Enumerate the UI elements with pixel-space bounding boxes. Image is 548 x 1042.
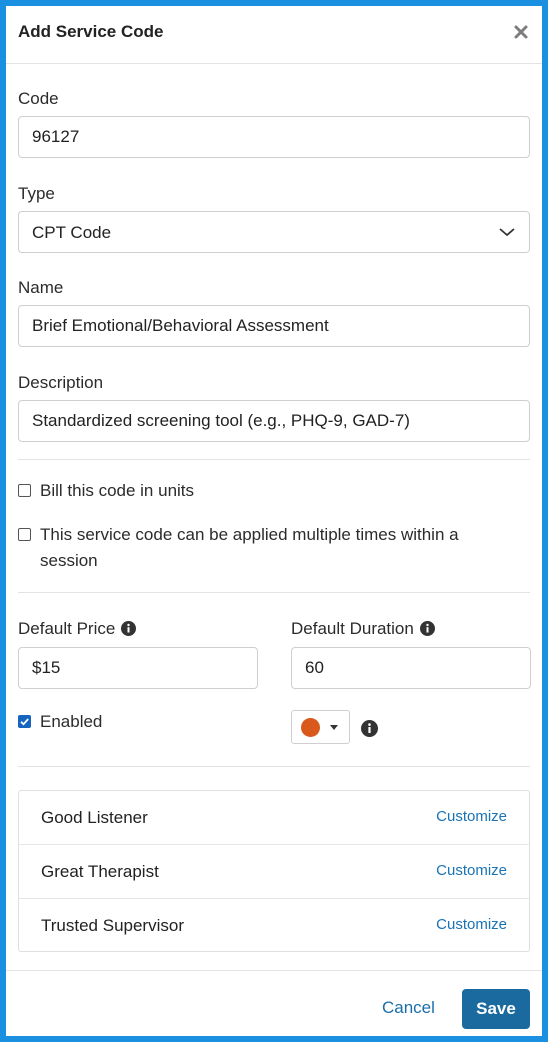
caret-down-icon [330,725,338,730]
info-icon[interactable] [121,621,137,636]
bill-units-checkbox[interactable] [18,484,31,497]
multiple-times-checkbox[interactable] [18,528,31,541]
dialog-frame: Add Service Code Code Type CPT Code Name… [0,0,548,1042]
divider [18,592,530,593]
footer-divider [6,970,542,971]
cancel-button[interactable]: Cancel [382,998,435,1018]
customize-link[interactable]: Customize [436,862,507,879]
list-item-name: Great Therapist [41,862,159,881]
default-price-input[interactable] [18,647,258,689]
description-input[interactable] [18,400,530,442]
list-item: Great Therapist Customize [19,845,529,899]
default-price-label: Default Price [18,619,137,639]
default-duration-label-text: Default Duration [291,619,414,638]
close-icon[interactable] [510,21,532,43]
type-select[interactable]: CPT Code [18,211,530,253]
color-swatch [301,718,320,737]
checkmark-icon [20,718,29,726]
save-button[interactable]: Save [462,989,530,1029]
name-label: Name [18,278,64,297]
customize-link[interactable]: Customize [436,808,507,825]
customize-link[interactable]: Customize [436,916,507,933]
info-icon[interactable] [419,621,435,636]
default-price-label-text: Default Price [18,619,116,638]
type-label: Type [18,184,55,203]
divider [18,766,530,767]
list-item: Good Listener Customize [19,791,529,845]
dialog-title: Add Service Code [18,22,164,41]
enabled-label: Enabled [40,712,103,731]
bill-units-label: Bill this code in units [40,481,195,500]
list-item-name: Good Listener [41,808,148,827]
multiple-times-label: This service code can be applied multipl… [40,525,459,570]
list-item-name: Trusted Supervisor [41,916,184,935]
default-duration-label: Default Duration [291,619,435,639]
override-list: Good Listener Customize Great Therapist … [18,790,530,952]
chevron-down-icon [499,228,515,237]
color-picker[interactable] [291,710,350,744]
code-label: Code [18,89,59,108]
info-icon[interactable] [361,720,378,737]
code-input[interactable] [18,116,530,158]
description-label: Description [18,373,104,392]
list-item: Trusted Supervisor Customize [19,899,529,953]
type-select-value: CPT Code [32,223,112,242]
enabled-checkbox[interactable] [18,715,31,728]
name-input[interactable] [18,305,530,347]
divider [18,459,530,460]
default-duration-input[interactable] [291,647,531,689]
dialog-header: Add Service Code [6,6,542,64]
